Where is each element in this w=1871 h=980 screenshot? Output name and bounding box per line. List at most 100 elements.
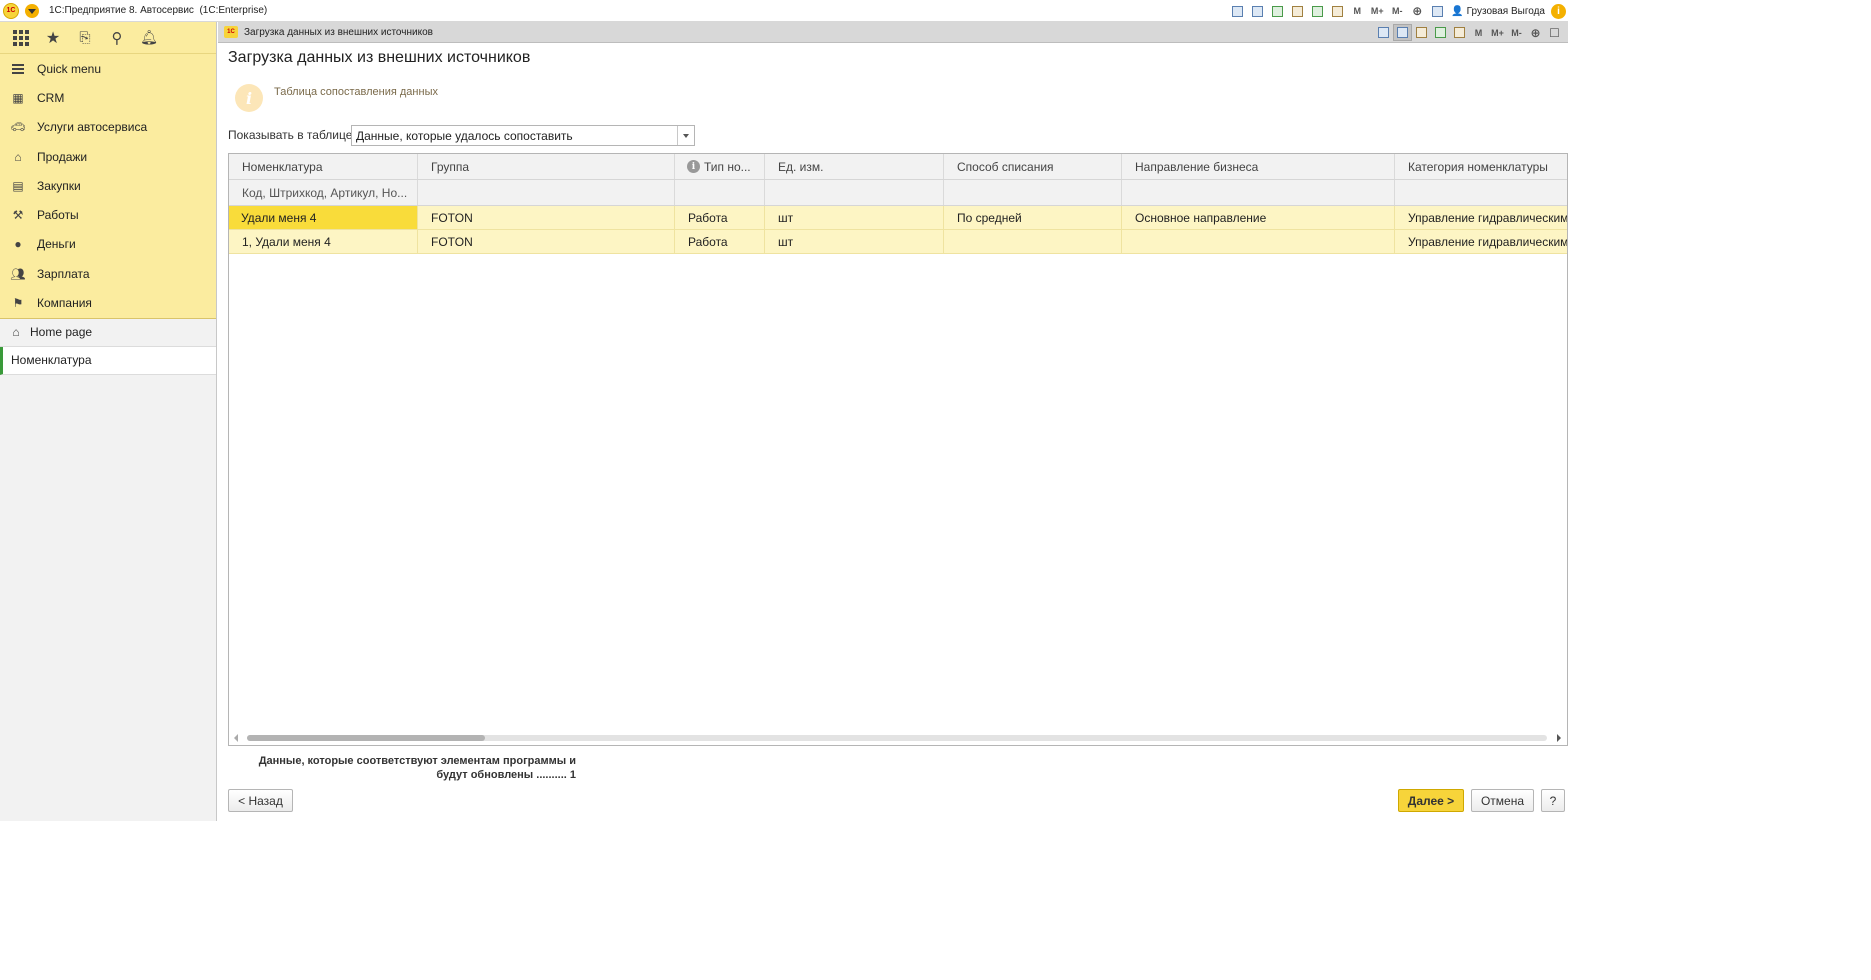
scrollbar-thumb[interactable] (247, 735, 485, 741)
table-cell[interactable]: 1, Удали меня 4 (229, 230, 418, 253)
table-cell[interactable]: Работа (675, 206, 765, 229)
sidebar-item-purchases[interactable]: ▤ Закупки (0, 171, 216, 200)
table-cell[interactable]: Управление гидравлическим м (1395, 206, 1567, 229)
main-area: 1С Загрузка данных из внешних источников… (218, 22, 1568, 821)
table-cell[interactable]: Основное направление (1122, 206, 1395, 229)
sidebar-item-sales[interactable]: ⌂ Продажи (0, 142, 216, 171)
column-header[interactable]: Категория номенклатуры (1395, 154, 1567, 179)
tools-icon: ⚒ (12, 208, 24, 223)
table-cell[interactable]: Управление гидравлическим м (1395, 230, 1567, 253)
form-memory-m-button[interactable]: M (1469, 24, 1488, 41)
send-icon[interactable] (1290, 4, 1304, 18)
hamburger-icon (10, 62, 26, 76)
filter-cell[interactable]: Код, Штрихкод, Артикул, Но... (229, 180, 418, 205)
show-in-table-select[interactable]: Данные, которые удалось сопоставить (351, 125, 695, 146)
search-icon[interactable]: ⚲ (102, 24, 132, 52)
shop-icon: ⌂ (14, 149, 22, 164)
column-header[interactable]: Способ списания (944, 154, 1122, 179)
app-logo-icon[interactable]: 1С (3, 2, 19, 19)
tab-title[interactable]: Загрузка данных из внешних источников (244, 27, 433, 38)
column-header[interactable]: i Тип но... (675, 154, 765, 179)
history-icon[interactable]: ⎘ (70, 24, 100, 52)
calendar-icon[interactable] (1330, 4, 1344, 18)
chevron-down-icon[interactable] (677, 126, 694, 145)
sidebar-item-quick-menu[interactable]: Quick menu (0, 54, 216, 83)
sidebar-item-money[interactable]: ● Деньги (0, 230, 216, 259)
notifications-bell-icon[interactable]: 🔔︎ (134, 24, 164, 52)
horizontal-scrollbar[interactable] (229, 731, 1567, 745)
form-calendar-icon[interactable] (1450, 24, 1469, 41)
favorites-star-icon[interactable]: ★ (38, 24, 68, 52)
sidebar: ★ ⎘ ⚲ 🔔︎ Quick menu ▦ CRM 🚗︎ Услуги авто… (0, 22, 217, 821)
sidebar-item-salary[interactable]: 👥︎ Зарплата (0, 259, 216, 288)
calculator-icon[interactable] (1310, 4, 1324, 18)
summary-line-1: Данные, которые соответствуют элементам … (258, 755, 576, 767)
filter-cell (675, 180, 765, 205)
column-header[interactable]: Направление бизнеса (1122, 154, 1395, 179)
table-cell[interactable]: FOTON (418, 206, 675, 229)
open-window-nomenclature[interactable]: Номенклатура (0, 346, 216, 375)
table-cell[interactable]: По средней (944, 206, 1122, 229)
upload-icon[interactable] (1270, 4, 1284, 18)
table-cell[interactable]: Работа (675, 230, 765, 253)
save-icon[interactable] (1230, 4, 1244, 18)
info-text: Таблица сопоставления данных (274, 86, 438, 98)
info-icon: i (235, 84, 263, 112)
form-calculator-icon[interactable] (1431, 24, 1450, 41)
table-row[interactable]: Удали меня 4 FOTON Работа шт По средней … (229, 206, 1567, 230)
cancel-button[interactable]: Отмена (1471, 789, 1534, 812)
column-header[interactable]: Группа (418, 154, 675, 179)
filter-label: Показывать в таблице: (228, 128, 356, 142)
help-button[interactable]: ? (1541, 789, 1565, 812)
panels-icon[interactable] (1430, 4, 1444, 18)
filter-cell (944, 180, 1122, 205)
sidebar-item-label: Компания (37, 296, 92, 311)
column-header[interactable]: Ед. изм. (765, 154, 944, 179)
sidebar-item-works[interactable]: ⚒ Работы (0, 200, 216, 229)
main-menu-dropdown-icon[interactable] (25, 3, 39, 18)
table-cell[interactable]: FOTON (418, 230, 675, 253)
show-in-table-value: Данные, которые удалось сопоставить (356, 128, 573, 143)
next-button[interactable]: Далее > (1398, 789, 1464, 812)
scroll-right-arrow-icon[interactable] (1557, 734, 1561, 742)
info-icon: i (687, 160, 700, 173)
sidebar-item-crm[interactable]: ▦ CRM (0, 83, 216, 112)
form-memory-mplus-button[interactable]: M+ (1488, 24, 1507, 41)
title-bar: 1С 1С:Предприятие 8. Автосервис (1С:Ente… (0, 0, 1568, 22)
tab-logo-icon: 1С (224, 26, 238, 38)
info-icon[interactable]: i (1551, 3, 1566, 19)
form-save-icon[interactable] (1374, 24, 1393, 41)
table-row[interactable]: 1, Удали меня 4 FOTON Работа шт Управлен… (229, 230, 1567, 254)
form-send-icon[interactable] (1412, 24, 1431, 41)
form-memory-mminus-button[interactable]: M- (1507, 24, 1526, 41)
back-button[interactable]: < Назад (228, 789, 293, 812)
table-cell[interactable]: шт (765, 206, 944, 229)
apps-grid-icon[interactable] (6, 24, 36, 52)
home-icon: ⌂ (12, 325, 20, 340)
column-header[interactable]: Номенклатура (229, 154, 418, 179)
zoom-icon[interactable]: ⊕ (1410, 4, 1424, 18)
table-cell[interactable] (1122, 230, 1395, 253)
user-icon: 👤 (1451, 5, 1464, 17)
table-cell[interactable]: шт (765, 230, 944, 253)
form-toolbar: M M+ M- ⊕ ☐ (1374, 24, 1564, 41)
table-cell[interactable]: Удали меня 4 (229, 206, 418, 229)
sidebar-sections: ★ ⎘ ⚲ 🔔︎ Quick menu ▦ CRM 🚗︎ Услуги авто… (0, 22, 216, 319)
print-icon[interactable] (1250, 4, 1264, 18)
page-title: Загрузка данных из внешних источников (228, 49, 531, 66)
memory-mplus-button[interactable]: M+ (1370, 4, 1384, 18)
scroll-left-arrow-icon[interactable] (234, 734, 238, 742)
money-icon: ● (14, 237, 22, 252)
form-print-icon[interactable] (1393, 24, 1412, 41)
table-cell[interactable] (944, 230, 1122, 253)
sidebar-item-autoservice[interactable]: 🚗︎ Услуги автосервиса (0, 113, 216, 142)
user-menu[interactable]: 👤 Грузовая Выгода (1451, 6, 1545, 17)
sidebar-item-label: Quick menu (37, 61, 102, 76)
form-maximize-icon[interactable]: ☐ (1545, 24, 1564, 41)
car-icon: 🚗︎ (10, 120, 26, 135)
home-page-link[interactable]: ⌂ Home page (0, 319, 216, 347)
memory-mminus-button[interactable]: M- (1390, 4, 1404, 18)
form-zoom-icon[interactable]: ⊕ (1526, 24, 1545, 41)
sidebar-item-company[interactable]: ⚑ Компания (0, 288, 216, 317)
memory-m-button[interactable]: M (1350, 4, 1364, 18)
